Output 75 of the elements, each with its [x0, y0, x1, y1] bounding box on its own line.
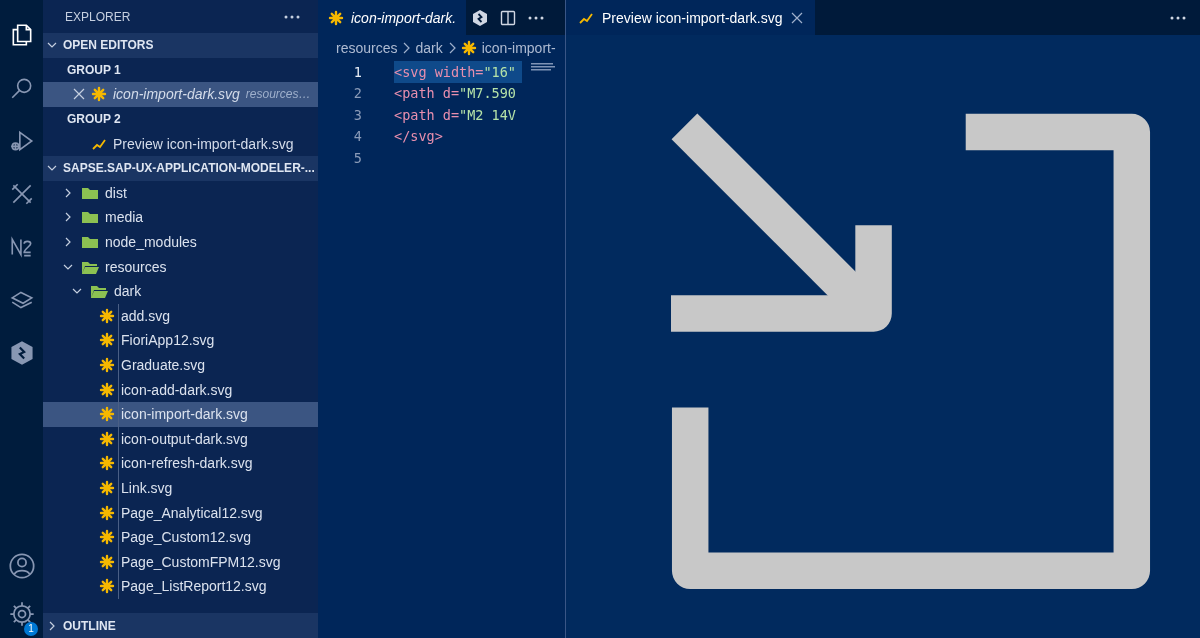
breadcrumb[interactable]: resources	[336, 40, 398, 56]
close-icon[interactable]	[790, 11, 803, 24]
chevron-icon	[63, 237, 73, 248]
section-header[interactable]: OPEN EDITORS	[43, 33, 318, 58]
line-number: 2	[352, 85, 363, 102]
tree-item[interactable]: resources	[43, 254, 318, 279]
open-editor-item[interactable]: icon-import-dark.svg resources…	[43, 82, 318, 107]
asterisk-icon	[460, 40, 477, 56]
folder-icon	[81, 209, 99, 226]
asterisk-icon	[99, 332, 115, 349]
asterisk-icon	[99, 455, 115, 472]
tree-item[interactable]: media	[43, 205, 318, 230]
breadcrumb[interactable]: icon-import-	[460, 40, 556, 56]
account-icon[interactable]	[7, 552, 36, 580]
asterisk-icon	[99, 381, 115, 398]
close-icon[interactable]	[73, 88, 85, 101]
sidebar-title: EXPLORER	[65, 9, 131, 24]
more-icon[interactable]	[284, 14, 300, 19]
group-label: GROUP 1	[67, 62, 121, 77]
tree-item[interactable]: Graduate.svg	[43, 352, 318, 378]
tree-item[interactable]: Page_Custom12.svg	[43, 524, 318, 550]
more-icon[interactable]	[1170, 15, 1186, 20]
notification-badge: 1	[24, 622, 38, 636]
chevron-icon	[63, 212, 73, 223]
hex-icon[interactable]	[8, 339, 35, 366]
editor-tab[interactable]: icon-import-dark.	[318, 0, 467, 35]
code-line: <path d="M7.590	[394, 84, 517, 104]
breadcrumb[interactable]: dark	[415, 40, 443, 56]
tree-item[interactable]: add.svg	[43, 303, 318, 329]
split-editor-icon[interactable]	[500, 9, 517, 26]
line-number: 3	[352, 106, 363, 123]
tree-item[interactable]: Page_ListReport12.svg	[43, 574, 318, 599]
tree-item[interactable]: FioriApp12.svg	[43, 328, 318, 353]
minimap[interactable]	[530, 63, 557, 73]
code-line: <path d="M2 14V	[394, 105, 517, 125]
asterisk-icon	[91, 86, 107, 103]
tree-item[interactable]: dark	[43, 278, 318, 304]
asterisk-icon	[99, 430, 115, 447]
asterisk-icon	[99, 307, 115, 324]
asterisk-icon	[99, 553, 115, 570]
tree-item[interactable]: dist	[43, 180, 318, 206]
tree-item[interactable]: node_modules	[43, 229, 318, 255]
folder-icon	[81, 234, 99, 251]
asterisk-icon	[99, 529, 115, 546]
tree-item[interactable]: icon-output-dark.svg	[43, 426, 318, 452]
tree-item[interactable]: Page_Analytical12.svg	[43, 500, 318, 525]
editor-tab[interactable]: Preview icon-import-dark.svg	[566, 0, 815, 35]
asterisk-icon	[328, 9, 344, 26]
code-line: </svg>	[394, 127, 444, 147]
tree-item[interactable]: icon-refresh-dark.svg	[43, 451, 318, 476]
section-title: OUTLINE	[63, 618, 116, 633]
hexagon-icon[interactable]	[472, 8, 489, 27]
tree-item[interactable]: icon-add-dark.svg	[43, 377, 318, 402]
line-number: 5	[352, 149, 363, 166]
section-header[interactable]: SAPSE.SAP-UX-APPLICATION-MODELER-...	[43, 155, 318, 181]
tree-item[interactable]: Page_CustomFPM12.svg	[43, 549, 318, 575]
more-icon[interactable]	[528, 15, 545, 20]
asterisk-icon	[99, 480, 115, 496]
asterisk-icon	[99, 406, 115, 423]
section-header[interactable]: OUTLINE	[43, 613, 318, 638]
asterisk-icon	[99, 357, 115, 373]
tree-item[interactable]: Link.svg	[43, 475, 318, 501]
section-title: OPEN EDITORS	[63, 38, 154, 53]
group-label: GROUP 2	[67, 112, 121, 127]
line-number: 1	[352, 63, 363, 80]
chevron-icon	[447, 42, 456, 54]
chevron-icon	[402, 42, 411, 54]
open-editor-item[interactable]: Preview icon-import-dark.svg	[43, 131, 318, 156]
folder-icon	[90, 283, 108, 300]
line-number: 4	[352, 128, 363, 145]
asterisk-icon	[99, 504, 115, 521]
tree-item[interactable]: icon-import-dark.svg	[43, 401, 318, 427]
section-title: SAPSE.SAP-UX-APPLICATION-MODELER-...	[63, 161, 315, 176]
chevron-icon	[63, 187, 73, 198]
asterisk-icon	[99, 578, 115, 595]
